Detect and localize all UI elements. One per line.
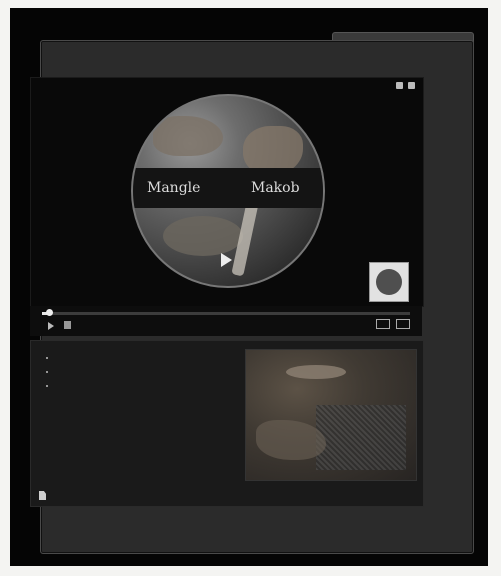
player-right-controls [376, 319, 410, 329]
thumbnail-globe [376, 269, 402, 295]
info-panel [30, 340, 424, 507]
list-item [57, 381, 225, 392]
globe-image: Mangle Makob [131, 94, 325, 288]
list-item [57, 367, 225, 378]
list-item [57, 353, 225, 364]
progress-track[interactable] [42, 309, 410, 316]
title-banner: Mangle Makob [133, 168, 323, 267]
play-icon[interactable] [48, 322, 54, 330]
landmass [163, 216, 243, 256]
banner-right-text: Makob [251, 180, 300, 196]
map-ridge [286, 365, 346, 379]
landmass [153, 116, 223, 156]
play-icon[interactable] [221, 253, 232, 267]
fullscreen-icon[interactable] [396, 319, 410, 329]
file-icon [39, 491, 46, 500]
thumbnail-image[interactable] [369, 262, 409, 302]
bullet-list [45, 353, 225, 395]
volume-icon[interactable] [64, 321, 71, 329]
player-top-icons [396, 82, 415, 89]
banner-left-text: Mangle [147, 180, 201, 196]
settings-icon[interactable] [376, 319, 390, 329]
share-icon[interactable] [408, 82, 415, 89]
progress-knob[interactable] [46, 309, 54, 316]
attachment-link[interactable] [39, 491, 51, 500]
player-controls [30, 306, 422, 336]
video-player[interactable]: Mangle Makob [30, 77, 424, 307]
map-texture [316, 405, 406, 470]
info-icon[interactable] [396, 82, 403, 89]
map-image [245, 349, 417, 481]
